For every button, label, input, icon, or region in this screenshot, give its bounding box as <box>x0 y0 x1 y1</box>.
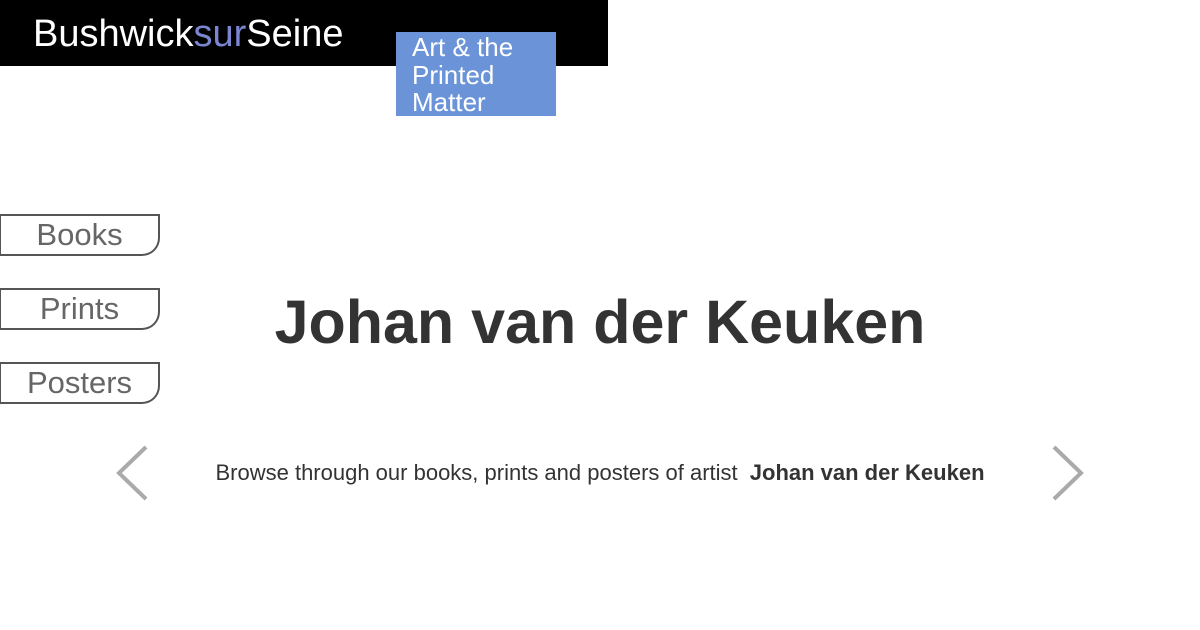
next-button[interactable] <box>1048 444 1088 502</box>
browse-description: Browse through our books, prints and pos… <box>0 459 1200 487</box>
chevron-right-icon <box>1052 445 1084 501</box>
logo-part-seine: Seine <box>246 13 344 55</box>
site-tagline: Art & the Printed Matter <box>396 32 556 116</box>
tagline-line-3: Matter <box>412 87 486 117</box>
tagline-line-1: Art & the <box>412 32 514 62</box>
tagline-line-2: Printed <box>412 59 495 90</box>
site-logo[interactable]: BushwicksurSeine <box>33 12 344 56</box>
artist-title: Johan van der Keuken <box>274 288 926 356</box>
browse-prefix: Browse through our books, prints and pos… <box>215 460 738 485</box>
books-button[interactable]: Books <box>0 214 160 256</box>
logo-part-sur: sur <box>193 13 247 55</box>
browse-artist-name: Johan van der Keuken <box>749 460 985 485</box>
posters-button[interactable]: Posters <box>0 362 160 404</box>
logo-part-bushwick: Bushwick <box>33 13 194 55</box>
page: BushwicksurSeine Art & the Printed Matte… <box>0 0 1200 630</box>
